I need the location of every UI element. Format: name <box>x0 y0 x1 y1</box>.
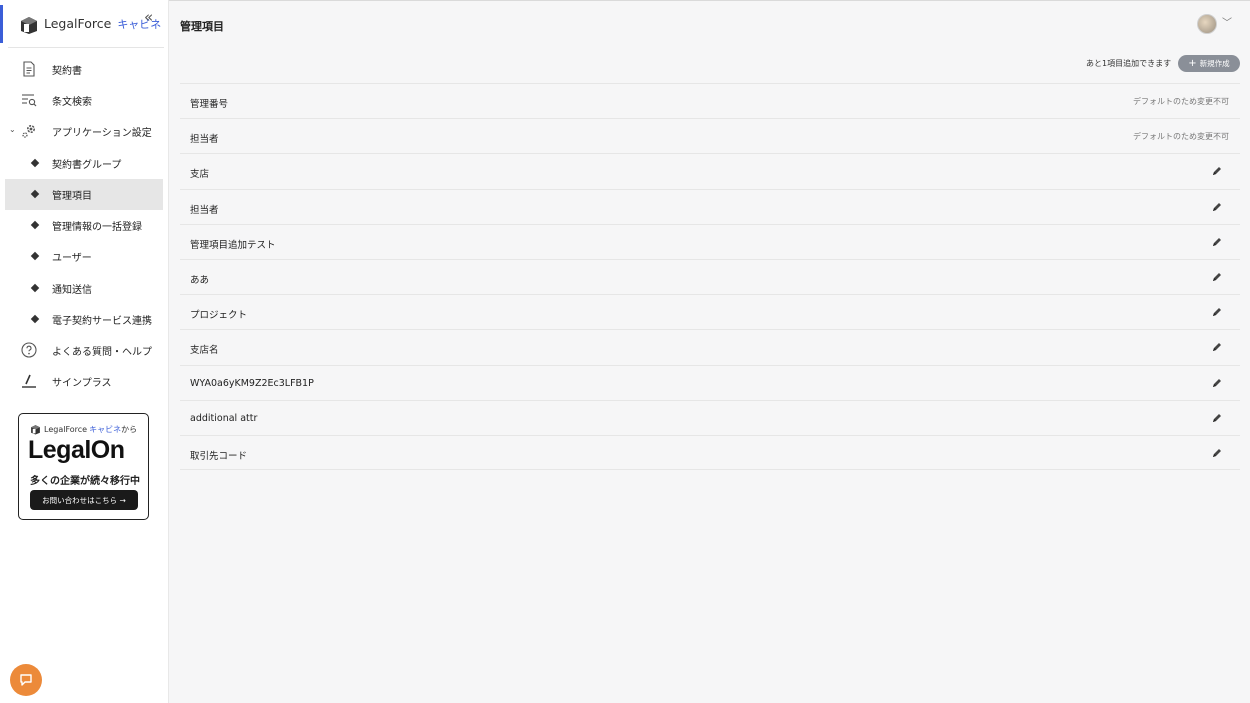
divider <box>8 47 164 48</box>
field-name: 支店 <box>190 169 210 181</box>
collapse-sidebar-button[interactable]: « <box>144 8 153 26</box>
table-row: WYA0a6yKM9Z2Ec3LFB1P <box>180 364 1240 400</box>
logo[interactable]: LegalForce キャビネ <box>0 5 164 43</box>
search-list-icon <box>22 94 37 107</box>
field-name: additional attr <box>190 412 258 424</box>
sidebar-item-signplus[interactable]: サインプラス <box>5 366 163 397</box>
chevron-down-icon[interactable]: ﹀ <box>1222 14 1232 29</box>
field-name: 担当者 <box>190 134 219 146</box>
field-name: 支店名 <box>190 345 219 357</box>
sidebar-item-help[interactable]: よくある質問・ヘルプ <box>5 335 163 366</box>
field-name: 管理項目追加テスト <box>190 239 276 251</box>
logo-icon <box>21 17 37 34</box>
remaining-count-text: あと1項目追加できます <box>1086 59 1172 68</box>
sidebar-item-label: アプリケーション設定 <box>52 128 152 139</box>
table-row: 支店 <box>180 153 1240 189</box>
field-name: プロジェクト <box>190 310 248 322</box>
pencil-icon[interactable] <box>1211 236 1223 248</box>
page-title: 管理項目 <box>180 20 224 33</box>
fields-table: 管理番号 デフォルトのため変更不可 担当者 デフォルトのため変更不可 支店 担当… <box>180 83 1240 471</box>
field-name: 取引先コード <box>190 450 248 462</box>
sidebar-item-bulk-registration[interactable]: 管理情報の一括登録 <box>5 210 163 241</box>
sidebar-item-label: 通知送信 <box>52 285 92 296</box>
sidebar-item-label: サインプラス <box>52 378 112 389</box>
pencil-icon[interactable] <box>1211 377 1223 389</box>
new-item-label: 新規作成 <box>1199 59 1230 68</box>
gear-icon <box>22 124 36 138</box>
field-note: デフォルトのため変更不可 <box>1133 97 1229 106</box>
pencil-icon[interactable] <box>1211 412 1223 424</box>
avatar[interactable] <box>1197 14 1217 34</box>
pencil-icon[interactable] <box>1211 271 1223 283</box>
table-row: 管理番号 デフォルトのため変更不可 <box>180 83 1240 119</box>
sidebar-item-clause-search[interactable]: 条文検索 <box>5 85 163 116</box>
new-item-button[interactable]: + 新規作成 <box>1178 55 1240 72</box>
sidebar-item-contract-groups[interactable]: 契約書グループ <box>5 148 163 179</box>
sidebar-item-app-settings[interactable]: ⌄ アプリケーション設定 <box>5 116 163 147</box>
sign-icon <box>22 374 36 388</box>
document-icon <box>23 61 35 77</box>
table-row: 担当者 <box>180 188 1240 224</box>
plus-icon: + <box>1188 58 1197 69</box>
sidebar-item-label: 管理項目 <box>52 191 92 202</box>
field-name: 管理番号 <box>190 99 229 110</box>
table-row: 支店名 <box>180 329 1240 365</box>
sidebar-item-notifications[interactable]: 通知送信 <box>5 273 163 304</box>
sidebar-item-label: 契約書グループ <box>52 160 122 171</box>
field-name: 担当者 <box>190 204 219 216</box>
table-row: 取引先コード <box>180 434 1240 471</box>
promo-tagline: 多くの企業が続々移行中 <box>30 476 140 487</box>
sidebar-item-label: よくある質問・ヘルプ <box>52 347 152 358</box>
table-row: 担当者 デフォルトのため変更不可 <box>180 118 1240 154</box>
chat-button[interactable] <box>10 664 42 696</box>
pencil-icon[interactable] <box>1211 165 1223 177</box>
pencil-icon[interactable] <box>1211 306 1223 318</box>
chat-bubble-icon <box>20 674 32 686</box>
chevron-down-icon: ⌄ <box>9 125 16 134</box>
sidebar-item-users[interactable]: ユーザー <box>5 241 163 272</box>
bullet-icon <box>30 283 40 293</box>
sidebar-item-e-contract[interactable]: 電子契約サービス連携 <box>5 304 163 335</box>
bullet-icon <box>30 158 40 168</box>
legalon-promo-card[interactable]: LegalForce キャビネ から LegalOn 多くの企業が続々移行中 お問い… <box>18 413 149 520</box>
table-row: additional attr <box>180 399 1240 435</box>
field-name: WYA0a6yKM9Z2Ec3LFB1P <box>190 377 314 389</box>
sidebar: LegalForce キャビネ « 契約書 条文検索 ⌄ アプリケーション設定 … <box>0 0 169 703</box>
sidebar-item-label: ユーザー <box>52 253 92 264</box>
field-note: デフォルトのため変更不可 <box>1133 132 1229 142</box>
table-row: 管理項目追加テスト <box>180 223 1240 259</box>
sidebar-item-contracts[interactable]: 契約書 <box>5 54 163 85</box>
table-row: ああ <box>180 258 1240 295</box>
bullet-icon <box>30 314 40 324</box>
top-border <box>0 0 1250 1</box>
promo-brand: LegalOn <box>28 436 125 464</box>
sidebar-item-label: 条文検索 <box>52 97 92 108</box>
pencil-icon[interactable] <box>1211 447 1223 459</box>
sidebar-item-label: 契約書 <box>52 66 82 77</box>
promo-contact-button[interactable]: お問い合わせはこちら → <box>30 490 138 510</box>
logo-icon <box>31 425 40 435</box>
sidebar-item-label: 管理情報の一括登録 <box>52 222 142 233</box>
sidebar-item-label: 電子契約サービス連携 <box>52 316 152 327</box>
promo-top-line: LegalForce キャビネ から <box>30 424 137 435</box>
pencil-icon[interactable] <box>1211 201 1223 213</box>
pencil-icon[interactable] <box>1211 341 1223 353</box>
bullet-icon <box>30 189 40 199</box>
field-name: ああ <box>190 274 210 286</box>
sidebar-item-management-fields[interactable]: 管理項目 <box>5 179 163 210</box>
bullet-icon <box>30 220 40 230</box>
bullet-icon <box>30 251 40 261</box>
table-row: プロジェクト <box>180 294 1240 330</box>
help-icon <box>21 342 37 358</box>
